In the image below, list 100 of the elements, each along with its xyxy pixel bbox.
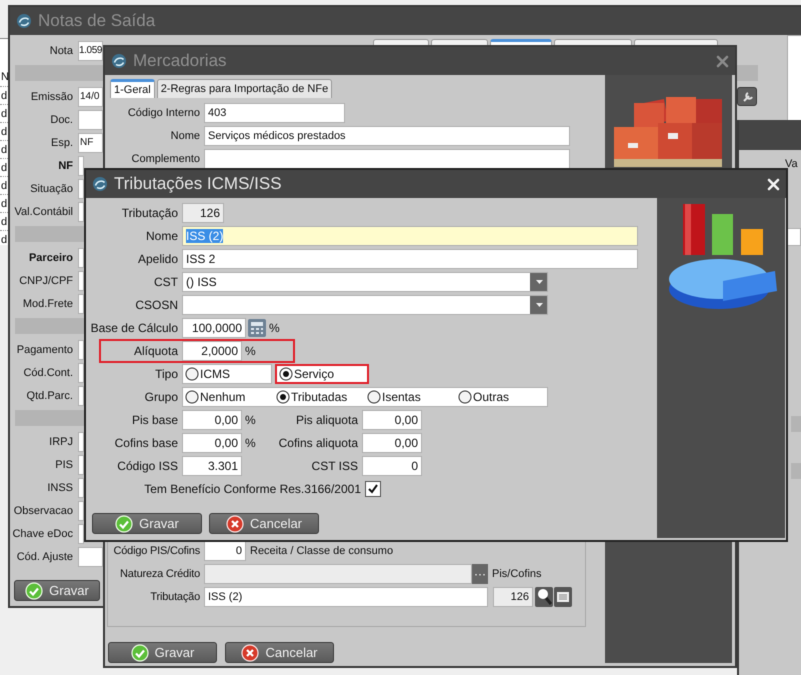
field-label: Chave eDoc	[11, 528, 73, 540]
text-field[interactable]: Serviços médicos prestados	[204, 126, 570, 146]
field-label: Cód.Cont.	[22, 366, 73, 378]
window-title: Tributações ICMS/ISS	[114, 174, 282, 194]
search-icon[interactable]	[535, 586, 553, 606]
save-button[interactable]: Gravar	[92, 513, 202, 534]
radio-option[interactable]: Nenhum	[183, 390, 274, 404]
radio-option[interactable]: Serviço	[275, 364, 369, 384]
field-label: Pagamento	[16, 344, 73, 356]
chart-bar	[741, 229, 763, 255]
list-icon[interactable]	[554, 586, 572, 606]
text-field[interactable]	[78, 156, 84, 176]
app-logo-icon	[16, 13, 32, 29]
field-label: Pis aliquota	[294, 412, 358, 426]
check-icon	[115, 514, 134, 532]
field-label: Tem Benefício Conforme Res.3166/2001	[143, 482, 361, 496]
field-label: Código Interno	[126, 106, 200, 118]
field-label: Apelido	[136, 252, 178, 266]
chart-bar	[712, 214, 733, 255]
text-field[interactable]	[78, 546, 103, 566]
text-field[interactable]: 0	[204, 540, 246, 560]
text-field[interactable]: 403	[204, 102, 345, 122]
text-field[interactable]	[78, 454, 84, 474]
cancel-button[interactable]: Cancelar	[209, 513, 319, 534]
unit-label: %	[245, 436, 256, 450]
text-field[interactable]: 0,00	[362, 432, 422, 452]
text-field[interactable]: 0,00	[182, 410, 242, 430]
text-field[interactable]: 3.301	[182, 456, 242, 476]
radio-option[interactable]: Outras	[456, 390, 547, 404]
calculator-icon[interactable]	[248, 318, 266, 336]
field-label: Grupo	[144, 390, 178, 404]
chart-bar	[683, 204, 705, 255]
field-label: Esp.	[50, 136, 73, 148]
text-field[interactable]	[78, 362, 84, 382]
text-field[interactable]	[78, 178, 84, 198]
field-label: Nota	[48, 44, 73, 56]
text-field[interactable]	[78, 248, 84, 268]
save-button[interactable]: Gravar	[14, 580, 100, 601]
field-label: Cofins base	[114, 436, 178, 450]
text-field[interactable]: 0,00	[362, 410, 422, 430]
cancel-icon	[226, 514, 244, 532]
text-field[interactable]	[78, 386, 84, 406]
text-field[interactable]	[78, 110, 103, 130]
text-field[interactable]: 0,00	[182, 432, 242, 452]
text-field[interactable]	[78, 294, 84, 314]
text-field[interactable]	[78, 432, 84, 452]
column-header: N	[0, 70, 8, 85]
dropdown-field[interactable]	[182, 294, 548, 314]
field-label: CST ISS	[310, 458, 358, 472]
cancel-button[interactable]: Cancelar	[225, 642, 334, 663]
field-label: Complemento	[130, 152, 200, 164]
field-label: Tributação	[149, 590, 200, 602]
field-label: Val.Contábil	[14, 206, 73, 218]
radio-option[interactable]: Tributadas	[274, 390, 365, 404]
text-field[interactable]: NF	[78, 132, 103, 152]
text-field[interactable]: 100,0000	[182, 318, 246, 338]
field-note: Pis/Cofins	[492, 568, 542, 580]
window-title: Mercadorias	[133, 51, 227, 71]
text-field[interactable]	[78, 270, 84, 290]
field-label: Tipo	[154, 366, 178, 380]
checkbox[interactable]	[365, 480, 381, 496]
caret-icon	[534, 278, 544, 284]
field-label: Parceiro	[28, 252, 73, 264]
field-label: Base de Cálculo	[90, 320, 178, 334]
text-field[interactable]: ISS (2)	[204, 586, 488, 606]
dropdown-button[interactable]	[530, 296, 547, 314]
save-button[interactable]: Gravar	[108, 642, 217, 663]
field-label: Observacao	[12, 504, 73, 516]
field-label: Qtd.Parc.	[26, 390, 73, 402]
field-label: Situação	[29, 182, 73, 194]
dropdown-field[interactable]: () ISS	[182, 272, 548, 292]
check-icon	[25, 582, 44, 600]
field-label: Emissão	[30, 90, 73, 102]
unit-label: %	[269, 320, 280, 334]
text-field[interactable]	[78, 524, 84, 544]
tab[interactable]: 2-Regras para Importação de NFe	[156, 79, 332, 98]
unit-label: %	[245, 344, 256, 358]
text-field[interactable]	[78, 500, 84, 520]
text-field[interactable]: 0	[362, 456, 422, 476]
dropdown-button[interactable]	[530, 272, 547, 290]
radio-option[interactable]: Isentas	[365, 390, 456, 404]
radio-option[interactable]: ICMS	[182, 364, 272, 384]
text-field[interactable]	[204, 148, 570, 168]
field-label: Va	[784, 158, 799, 170]
text-field[interactable]	[78, 478, 84, 498]
tool-button[interactable]	[737, 87, 757, 106]
text-field[interactable]	[78, 340, 84, 360]
text-field[interactable]	[78, 202, 84, 222]
tab[interactable]: 1-Geral	[110, 79, 155, 98]
app-logo-icon	[111, 53, 127, 69]
text-field[interactable]: ISS 2	[182, 248, 638, 268]
field-label: Pis base	[130, 412, 178, 426]
text-field[interactable]: 2,0000	[182, 340, 242, 360]
text-field[interactable]: 126	[182, 202, 224, 222]
field-note: Receita / Classe de consumo	[250, 544, 394, 556]
text-field[interactable]: 126	[493, 586, 533, 606]
text-field[interactable]: 14/0	[78, 86, 103, 106]
field-label: PIS	[54, 458, 73, 470]
text-field[interactable]: 1.059	[78, 40, 103, 60]
field-label: Doc.	[49, 114, 73, 126]
